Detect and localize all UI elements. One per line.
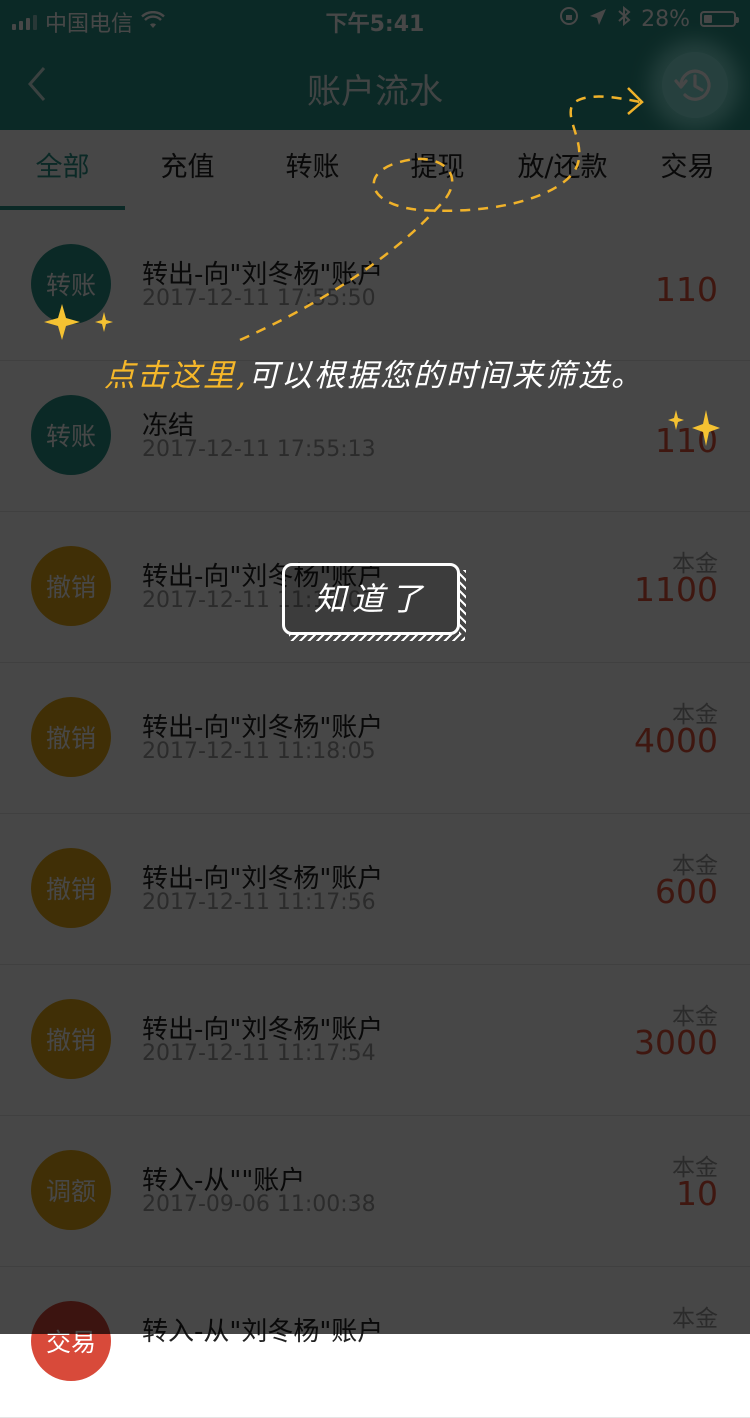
guide-arrow <box>44 87 720 446</box>
got-it-button[interactable]: 知道了 <box>282 563 466 641</box>
guide-tip-highlight: 点击这里, <box>104 358 248 394</box>
guide-tip-text: 可以根据您的时间来筛选。 <box>247 358 644 394</box>
guide-tip: 点击这里,可以根据您的时间来筛选。 <box>104 350 644 395</box>
